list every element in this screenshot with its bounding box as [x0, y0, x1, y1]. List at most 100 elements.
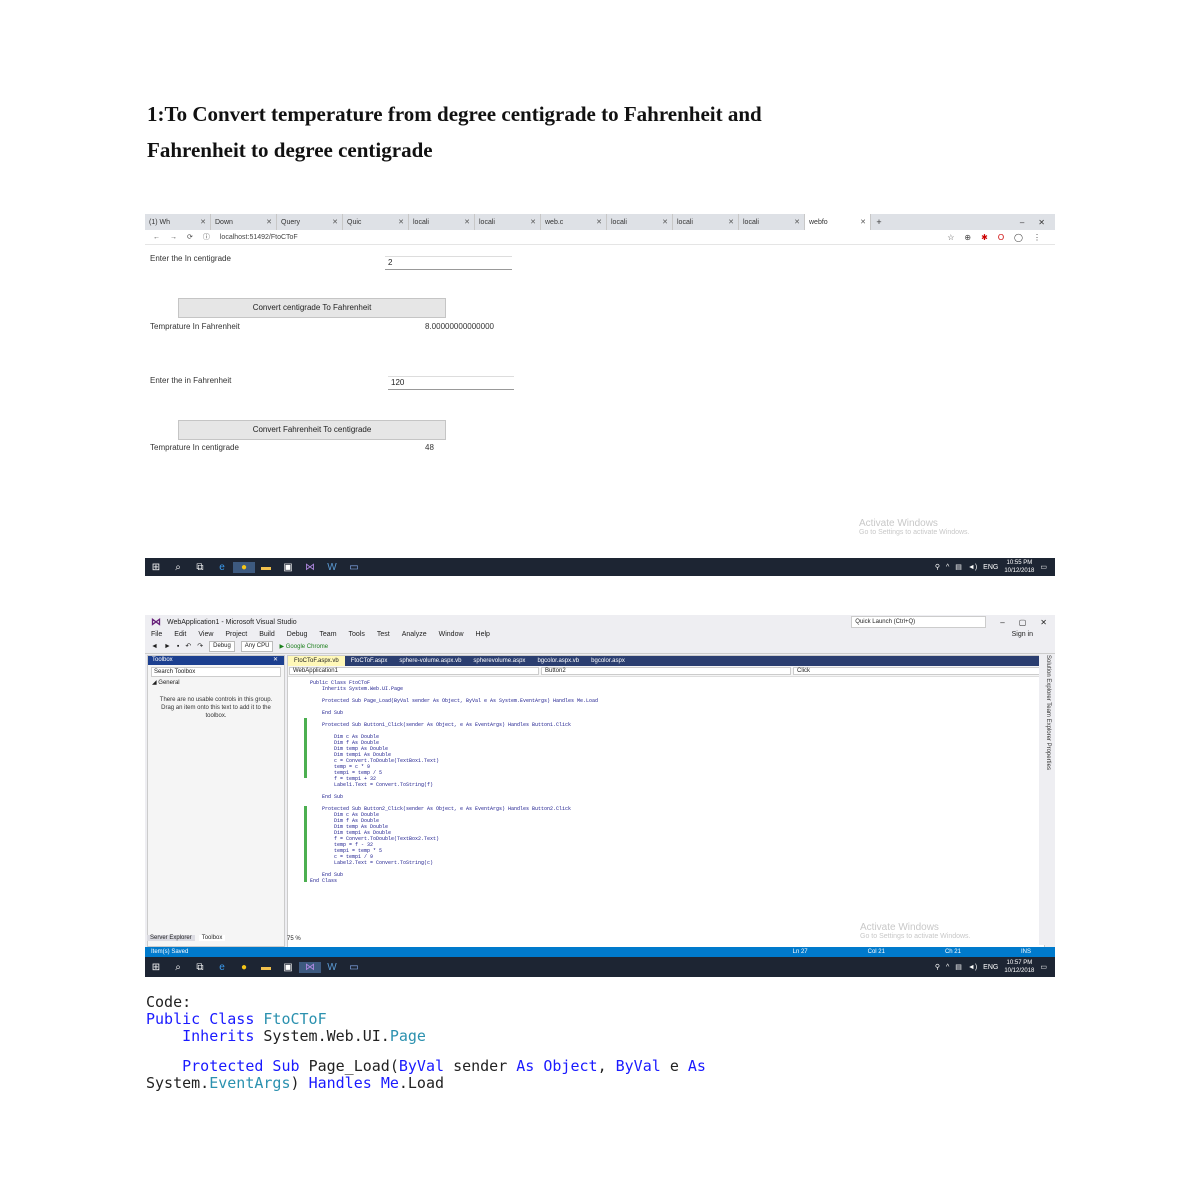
- centigrade-input[interactable]: 2: [385, 256, 512, 270]
- close-icon[interactable]: ✕: [273, 656, 284, 665]
- search-icon[interactable]: ⌕: [167, 962, 189, 973]
- windows-start-icon[interactable]: ⊞: [145, 562, 167, 573]
- task-view-icon[interactable]: ⧉: [189, 562, 211, 573]
- taskbar-clock[interactable]: 10:55 PM 10/12/2018: [1004, 559, 1034, 575]
- maximize-icon[interactable]: ▢: [1019, 618, 1027, 627]
- menu-build[interactable]: Build: [259, 631, 275, 638]
- visual-studio-icon[interactable]: ⋈: [299, 961, 321, 973]
- chrome-icon[interactable]: ●: [233, 962, 255, 973]
- browser-tab-active[interactable]: webfo ✕: [805, 214, 871, 230]
- browser-tab[interactable]: web.c ✕: [541, 214, 607, 230]
- file-explorer-icon[interactable]: ▬: [255, 562, 277, 573]
- taskbar-clock[interactable]: 10:57 PM 10/12/2018: [1004, 959, 1034, 975]
- word-icon[interactable]: W: [321, 962, 343, 973]
- app-icon[interactable]: ▭: [343, 962, 365, 973]
- new-tab-icon[interactable]: +: [871, 217, 887, 227]
- notification-icon[interactable]: ▭: [1040, 963, 1047, 971]
- notification-icon[interactable]: ▭: [1040, 563, 1047, 571]
- forward-icon[interactable]: ►: [164, 643, 171, 650]
- save-icon[interactable]: ▪: [177, 643, 179, 650]
- menu-debug[interactable]: Debug: [287, 631, 308, 638]
- store-icon[interactable]: ▣: [277, 562, 299, 573]
- browser-tab[interactable]: locali ✕: [739, 214, 805, 230]
- back-icon[interactable]: ◄: [151, 643, 158, 650]
- back-icon[interactable]: ←: [153, 234, 160, 241]
- people-icon[interactable]: ⚲: [935, 563, 940, 571]
- lang-indicator[interactable]: ENG: [983, 964, 998, 971]
- doc-tab[interactable]: FtoCToF.aspx: [345, 656, 394, 666]
- menu-test[interactable]: Test: [377, 631, 390, 638]
- browser-tab[interactable]: Quic ✕: [343, 214, 409, 230]
- word-icon[interactable]: W: [321, 562, 343, 573]
- menu-window[interactable]: Window: [439, 631, 464, 638]
- profile-icon[interactable]: ◯: [1014, 233, 1023, 242]
- app-icon[interactable]: ▭: [343, 562, 365, 573]
- minimize-icon[interactable]: ‒: [1000, 618, 1004, 627]
- menu-icon[interactable]: ⋮: [1033, 233, 1041, 242]
- visual-studio-icon[interactable]: ⋈: [299, 562, 321, 573]
- people-icon[interactable]: ⚲: [935, 963, 940, 971]
- event-dropdown[interactable]: Click: [793, 667, 1043, 675]
- doc-tab[interactable]: bgcolor.aspx: [585, 656, 631, 666]
- star-icon[interactable]: ☆: [947, 233, 954, 242]
- object-dropdown[interactable]: Button2: [541, 667, 791, 675]
- browser-tab[interactable]: locali ✕: [673, 214, 739, 230]
- minimize-icon[interactable]: ‒: [1020, 218, 1024, 227]
- convert-c-to-f-button[interactable]: Convert centigrade To Fahrenheit: [178, 298, 446, 318]
- toolbox-search-input[interactable]: Search Toolbox: [151, 667, 281, 677]
- platform-select[interactable]: Any CPU: [240, 640, 274, 652]
- server-explorer-tab[interactable]: Server Explorer: [147, 935, 195, 941]
- edge-icon[interactable]: e: [211, 562, 233, 573]
- close-icon[interactable]: ✕: [1038, 218, 1045, 227]
- doc-tab[interactable]: sphere-volume.aspx.vb: [393, 656, 467, 666]
- menu-project[interactable]: Project: [225, 631, 247, 638]
- browser-tab[interactable]: locali ✕: [607, 214, 673, 230]
- source-code[interactable]: Public Class FtoCToF Inherits System.Web…: [310, 680, 1004, 884]
- convert-f-to-c-button[interactable]: Convert Fahrenheit To centigrade: [178, 420, 446, 440]
- side-panes[interactable]: Solution Explorer Team Explorer Properti…: [1039, 655, 1051, 945]
- store-icon[interactable]: ▣: [277, 962, 299, 973]
- doc-tab-active[interactable]: FtoCToF.aspx.vb: [288, 656, 345, 666]
- edge-icon[interactable]: e: [211, 962, 233, 973]
- fahrenheit-input[interactable]: 120: [388, 376, 514, 390]
- menu-help[interactable]: Help: [476, 631, 490, 638]
- menu-file[interactable]: File: [151, 631, 162, 638]
- project-dropdown[interactable]: WebApplication1: [289, 667, 539, 675]
- menu-edit[interactable]: Edit: [174, 631, 186, 638]
- menu-analyze[interactable]: Analyze: [402, 631, 427, 638]
- zoom-level[interactable]: 75 %: [287, 936, 301, 942]
- quick-launch-input[interactable]: Quick Launch (Ctrl+Q): [851, 616, 987, 628]
- url-field[interactable]: localhost:51492/FtoCToF: [220, 234, 298, 241]
- sign-in-link[interactable]: Sign in: [1012, 631, 1055, 638]
- doc-tab[interactable]: bgcolor.aspx.vb: [531, 656, 585, 666]
- browser-tab[interactable]: locali ✕: [409, 214, 475, 230]
- chevron-up-icon[interactable]: ^: [946, 564, 949, 571]
- reload-icon[interactable]: ⟳: [187, 233, 193, 241]
- forward-icon[interactable]: →: [170, 234, 177, 241]
- browser-tab[interactable]: Down ✕: [211, 214, 277, 230]
- browser-tab[interactable]: locali ✕: [475, 214, 541, 230]
- task-view-icon[interactable]: ⧉: [189, 962, 211, 973]
- volume-icon[interactable]: ◄): [968, 964, 977, 971]
- toolbox-general-group[interactable]: ◢ General: [148, 679, 284, 686]
- configuration-select[interactable]: Debug: [209, 640, 235, 652]
- browser-tab[interactable]: (1) Wh ✕: [145, 214, 211, 230]
- network-icon[interactable]: ▤: [955, 963, 962, 971]
- doc-tab[interactable]: spherevolume.aspx: [467, 656, 531, 666]
- chevron-up-icon[interactable]: ^: [946, 964, 949, 971]
- opera-icon[interactable]: O: [998, 233, 1004, 242]
- volume-icon[interactable]: ◄): [968, 564, 977, 571]
- network-icon[interactable]: ▤: [955, 563, 962, 571]
- menu-team[interactable]: Team: [319, 631, 336, 638]
- extension-icon[interactable]: ⊕: [964, 233, 971, 242]
- redo-icon[interactable]: ↷: [197, 642, 203, 650]
- extension-icon[interactable]: ✱: [981, 233, 988, 242]
- menu-view[interactable]: View: [198, 631, 213, 638]
- menu-tools[interactable]: Tools: [349, 631, 365, 638]
- browser-tab[interactable]: Query ✕: [277, 214, 343, 230]
- file-explorer-icon[interactable]: ▬: [255, 962, 277, 973]
- close-icon[interactable]: ✕: [1040, 618, 1047, 627]
- toolbox-tab[interactable]: Toolbox: [198, 935, 226, 941]
- windows-start-icon[interactable]: ⊞: [145, 962, 167, 973]
- run-button[interactable]: ▶ Google Chrome: [279, 643, 328, 650]
